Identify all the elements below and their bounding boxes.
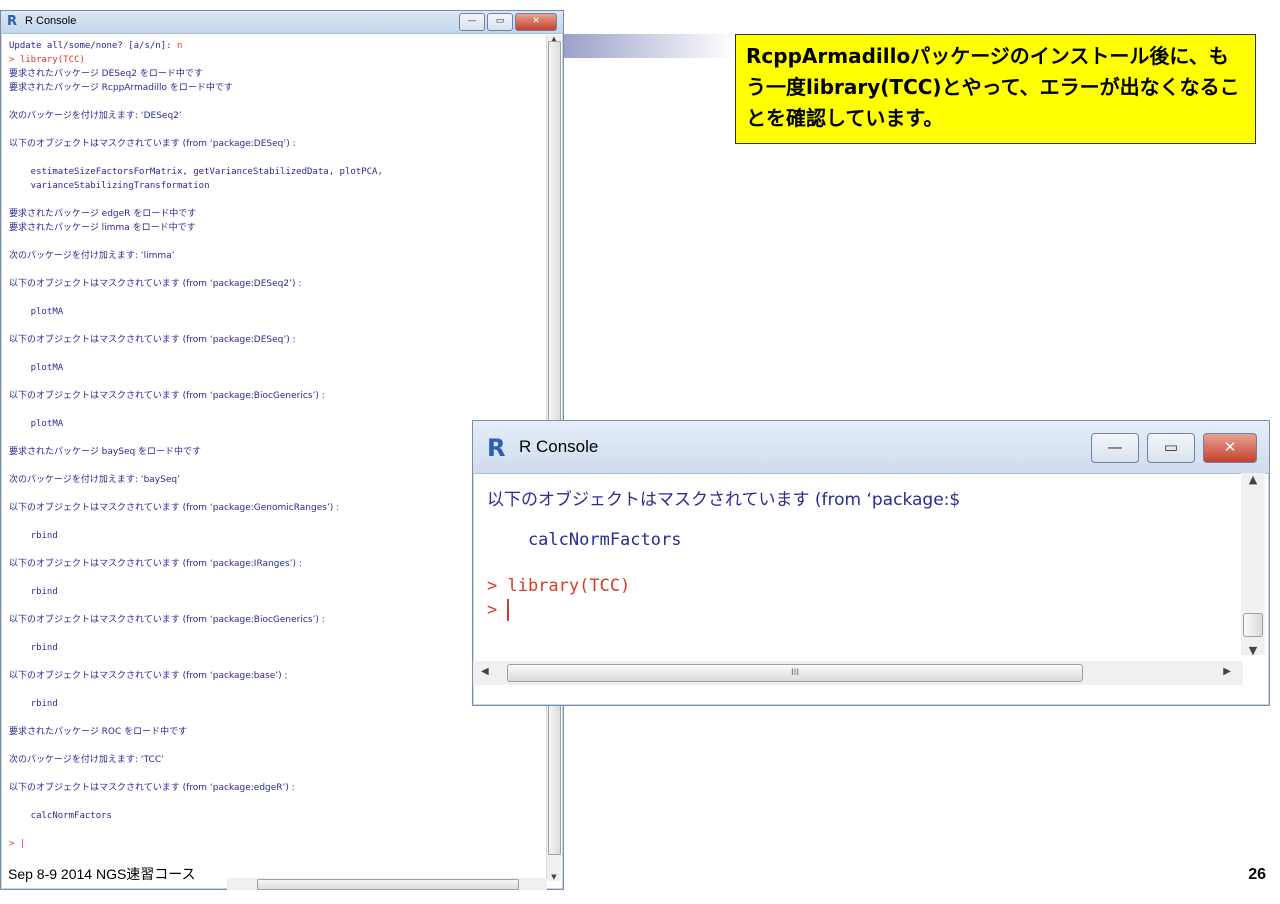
minimize-button[interactable]: — <box>459 13 485 31</box>
console-line: 以下のオブジェクトはマスクされています (from ‘package:Genom… <box>9 503 340 513</box>
console-line: 以下のオブジェクトはマスクされています (from ‘package:base’… <box>9 671 288 681</box>
horizontal-scrollbar-thumb[interactable] <box>257 879 519 890</box>
console-line: 要求されたパッケージ DESeq2 をロード中です <box>9 69 203 79</box>
console-line: 以下のオブジェクトはマスクされています (from ‘package:BiocG… <box>9 615 325 625</box>
console-input: n <box>176 41 183 51</box>
zoom-title-bar: R R Console — ▭ ✕ <box>473 421 1269 474</box>
minimize-button[interactable]: — <box>1091 433 1139 463</box>
zoom-window-controls: — ▭ ✕ <box>1091 433 1257 463</box>
maximize-button[interactable]: ▭ <box>1147 433 1195 463</box>
console-line: plotMA <box>9 363 64 373</box>
zoom-horizontal-scrollbar[interactable]: ◀ III ▶ <box>473 661 1243 685</box>
console-line: 要求されたパッケージ RcppArmadillo をロード中です <box>9 83 233 93</box>
console-line: Update all/some/none? [a/s/n]: n <box>9 41 182 52</box>
close-button[interactable]: ✕ <box>1203 433 1257 463</box>
console-line: varianceStabilizingTransformation <box>9 181 210 191</box>
console-text: Update all/some/none? [a/s/n]: <box>9 41 177 51</box>
close-button[interactable]: ✕ <box>515 13 557 31</box>
title-bar: R R Console — ▭ ✕ <box>1 11 563 34</box>
console-line: calcNormFactors <box>9 811 112 821</box>
slide-header-gradient <box>563 34 733 58</box>
console-output[interactable]: Update all/some/none? [a/s/n]: n > librar… <box>9 41 537 877</box>
console-line: 次のパッケージを付け加えます: ‘baySeq’ <box>9 475 180 485</box>
console-line: 要求されたパッケージ edgeR をロード中です <box>9 209 197 219</box>
console-line: 以下のオブジェクトはマスクされています (from ‘package:edgeR… <box>9 783 295 793</box>
console-line: 以下のオブジェクトはマスクされています (from ‘package:$ <box>487 490 961 510</box>
maximize-button[interactable]: ▭ <box>487 13 513 31</box>
console-line: 以下のオブジェクトはマスクされています (from ‘package:DESeq… <box>9 139 296 149</box>
console-line: 要求されたパッケージ limma をロード中です <box>9 223 196 233</box>
scroll-down-icon[interactable]: ▼ <box>549 873 559 881</box>
annotation-callout: RcppArmadilloパッケージのインストール後に、もう一度library(… <box>735 34 1256 144</box>
console-line: 以下のオブジェクトはマスクされています (from ‘package:IRang… <box>9 559 302 569</box>
console-line: estimateSizeFactorsForMatrix, getVarianc… <box>9 167 383 177</box>
text-cursor <box>507 599 510 621</box>
console-line: rbind <box>9 699 58 709</box>
slide-footer: Sep 8-9 2014 NGS速習コース <box>8 864 200 884</box>
horizontal-scrollbar-thumb[interactable]: III <box>507 664 1083 682</box>
r-logo-icon: R <box>7 14 18 29</box>
scrollbar-thumb[interactable] <box>1243 613 1263 637</box>
r-logo-icon: R <box>487 434 506 462</box>
scroll-right-icon[interactable]: ▶ <box>1223 666 1231 677</box>
zoom-window-title: R Console <box>519 437 599 456</box>
window-controls: — ▭ ✕ <box>459 13 557 31</box>
console-line: rbind <box>9 531 58 541</box>
zoom-console-output[interactable]: 以下のオブジェクトはマスクされています (from ‘package:$ cal… <box>487 489 1227 649</box>
scroll-down-icon[interactable]: ▼ <box>1243 644 1263 657</box>
console-line: 以下のオブジェクトはマスクされています (from ‘package:DESeq… <box>9 335 296 345</box>
console-line: rbind <box>9 587 58 597</box>
console-line: > library(TCC) <box>9 55 85 65</box>
window-title: R Console <box>25 15 77 27</box>
console-line-command: > library(TCC) <box>487 576 631 596</box>
console-line: > | <box>9 839 26 849</box>
horizontal-scrollbar[interactable] <box>227 878 547 890</box>
console-line: 以下のオブジェクトはマスクされています (from ‘package:DESeq… <box>9 279 302 289</box>
console-line: 要求されたパッケージ ROC をロード中です <box>9 727 188 737</box>
console-line: plotMA <box>9 307 64 317</box>
scroll-up-icon[interactable]: ▲ <box>1243 473 1263 486</box>
prompt-symbol: > <box>487 600 508 620</box>
console-line: rbind <box>9 643 58 653</box>
scroll-left-icon[interactable]: ◀ <box>481 666 489 677</box>
console-prompt[interactable]: > <box>487 599 510 621</box>
r-console-zoom-window: R R Console — ▭ ✕ 以下のオブジェクトはマスクされています (f… <box>472 420 1270 706</box>
console-line: 以下のオブジェクトはマスクされています (from ‘package:BiocG… <box>9 391 325 401</box>
console-line: 次のパッケージを付け加えます: ‘TCC’ <box>9 755 164 765</box>
console-line: 要求されたパッケージ baySeq をロード中です <box>9 447 202 457</box>
zoom-vertical-scrollbar[interactable]: ▲ ▼ <box>1241 473 1265 657</box>
page-number: 26 <box>1248 866 1266 883</box>
console-line: 次のパッケージを付け加えます: ‘limma’ <box>9 251 175 261</box>
console-line: 次のパッケージを付け加えます: ‘DESeq2’ <box>9 111 182 121</box>
console-line: calcNormFactors <box>487 530 682 550</box>
console-line: plotMA <box>9 419 64 429</box>
